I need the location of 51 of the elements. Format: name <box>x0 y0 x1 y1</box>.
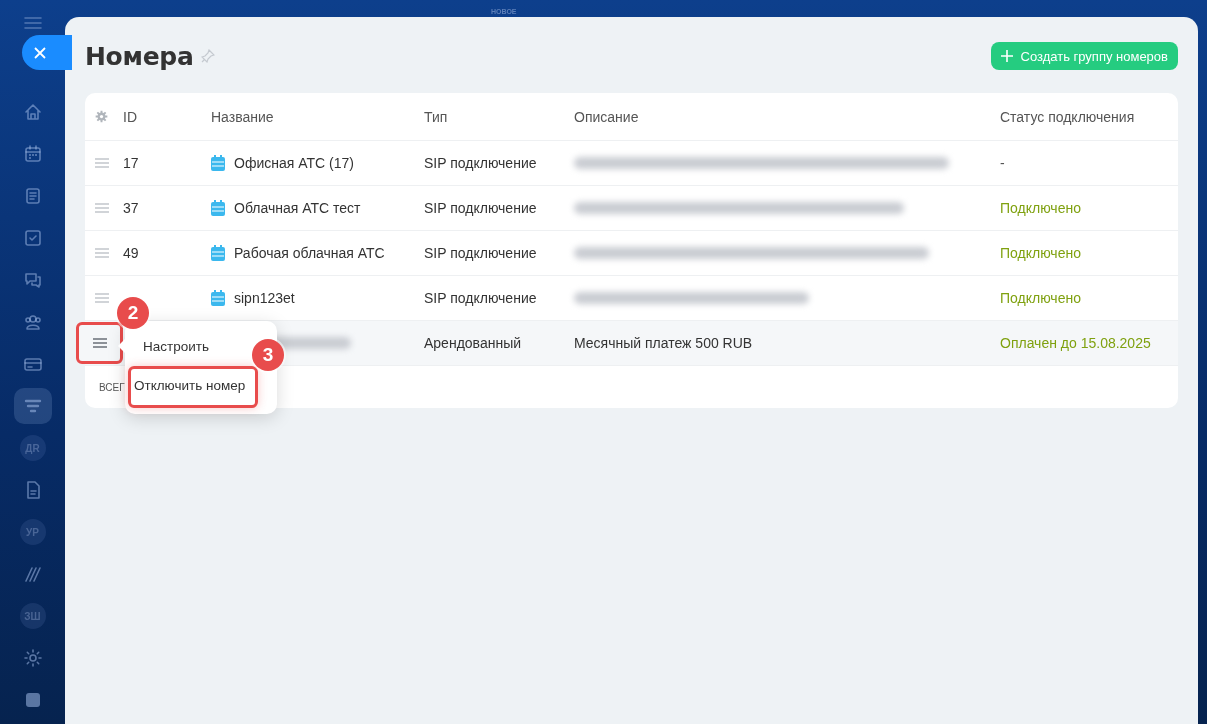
settings-icon[interactable] <box>95 110 108 123</box>
close-icon <box>34 46 46 59</box>
number-name[interactable]: sipn123et <box>234 290 295 306</box>
description-text: Месячный платеж 500 RUB <box>574 335 753 351</box>
calendar-icon <box>22 144 43 164</box>
id-text: 37 <box>123 200 139 216</box>
home-icon <box>22 102 43 122</box>
close-button[interactable] <box>22 35 72 70</box>
plus-icon <box>1000 50 1013 62</box>
type-text: SIP подключение <box>424 245 537 261</box>
page-title: Номера <box>85 41 194 71</box>
status-text: Подключено <box>1000 200 1081 216</box>
number-name[interactable]: Облачная АТС тест <box>234 200 361 216</box>
server-icon <box>211 290 225 306</box>
checkbox-icon <box>22 228 43 248</box>
type-text: Арендованный <box>424 335 521 351</box>
id-text: 49 <box>123 245 139 261</box>
number-name[interactable]: Рабочая облачная АТС <box>234 245 385 261</box>
drag-handle-icon[interactable] <box>95 158 109 168</box>
column-header[interactable]: Название <box>211 108 274 125</box>
server-icon <box>211 200 225 216</box>
type-text: SIP подключение <box>424 200 537 216</box>
column-header[interactable]: Описание <box>574 108 639 125</box>
drag-handle-icon[interactable] <box>95 203 109 213</box>
type-text: SIP подключение <box>424 290 537 306</box>
sidebar-item[interactable] <box>13 388 52 424</box>
people-icon <box>22 312 43 332</box>
pin-icon[interactable] <box>201 49 216 63</box>
id-text: 17 <box>123 155 139 171</box>
server-icon <box>211 155 225 171</box>
total-label: ВСЕГ <box>99 381 125 393</box>
status-text: Подключено <box>1000 290 1081 306</box>
column-header[interactable]: Тип <box>424 108 448 125</box>
stripes-icon <box>22 564 43 584</box>
column-header[interactable]: ID <box>123 108 137 125</box>
drag-handle-icon[interactable] <box>95 248 109 258</box>
status-text: - <box>1000 155 1005 171</box>
menu-icon[interactable] <box>23 16 42 30</box>
status-text: Оплачен до 15.08.2025 <box>1000 335 1151 351</box>
drag-handle-icon[interactable] <box>95 293 109 303</box>
column-header[interactable]: Статус подключения <box>1000 108 1135 125</box>
gear-icon <box>22 648 43 668</box>
status-text: Подключено <box>1000 245 1081 261</box>
server-icon <box>211 245 225 261</box>
number-name[interactable]: Офисная АТС (17) <box>234 155 354 171</box>
menu-item[interactable]: Отключить номер <box>128 366 258 408</box>
menu-item[interactable]: Настроить <box>137 333 215 360</box>
step-badge: 2 <box>117 297 149 329</box>
chat-icon <box>22 270 43 290</box>
drag-handle-icon[interactable] <box>92 338 107 348</box>
type-text: SIP подключение <box>424 155 537 171</box>
